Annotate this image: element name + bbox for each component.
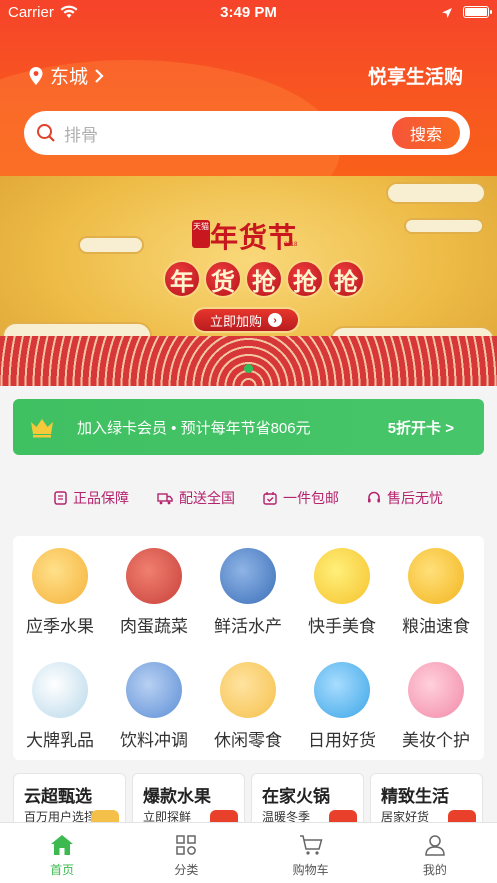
banner-char: 抢: [245, 260, 283, 298]
banner-cloud-decoration: [386, 182, 486, 204]
location-arrow-icon: [441, 6, 453, 23]
banner-char: 抢: [327, 260, 365, 298]
daily-goods-icon: [314, 662, 370, 718]
tab-label: 我的: [422, 863, 447, 877]
category-icon: [176, 835, 197, 855]
headset-icon: [368, 491, 380, 503]
category-label: 大牌乳品: [26, 731, 94, 750]
dairy-icon: [32, 662, 88, 718]
tab-label: 分类: [174, 863, 199, 877]
category-item[interactable]: 饮料冲调: [107, 662, 201, 751]
profile-icon: [425, 835, 445, 856]
crown-icon: [31, 419, 53, 438]
category-item[interactable]: 肉蛋蔬菜: [107, 548, 201, 637]
quick-food-icon: [314, 548, 370, 604]
category-item[interactable]: 大牌乳品: [13, 662, 107, 751]
category-item[interactable]: 休闲零食: [201, 662, 295, 751]
fruit-icon: [32, 548, 88, 604]
category-label: 美妆个护: [402, 731, 470, 750]
home-icon: [51, 835, 74, 855]
category-grid: 应季水果 肉蛋蔬菜 鲜活水产 快手美食 粮油速食 大牌乳品 饮料冲调 休闲零食 …: [13, 536, 484, 760]
banner-cta-label: 立即加购: [209, 313, 262, 329]
tab-label: 购物车: [292, 863, 329, 877]
tab-label: 首页: [50, 863, 75, 877]
beauty-icon: [408, 662, 464, 718]
search-input[interactable]: 排骨: [64, 121, 392, 146]
tab-home[interactable]: 首页: [0, 823, 124, 883]
category-label: 肉蛋蔬菜: [120, 617, 188, 636]
tab-profile[interactable]: 我的: [373, 823, 497, 883]
membership-cta[interactable]: 5折开卡 >: [388, 417, 454, 438]
guarantee-label: 售后无忧: [387, 490, 443, 506]
promo-title: 云超甄选: [24, 787, 92, 806]
guarantee-authentic: 正品保障: [54, 488, 129, 508]
banner-char: 年: [163, 260, 201, 298]
battery-icon: [463, 6, 492, 18]
search-bar[interactable]: 排骨 搜索: [24, 111, 470, 155]
category-item[interactable]: 鲜活水产: [201, 548, 295, 637]
category-label: 饮料冲调: [120, 731, 188, 750]
tab-cart[interactable]: 购物车: [249, 823, 373, 883]
chevron-right-icon: [95, 68, 104, 83]
tab-category[interactable]: 分类: [124, 823, 248, 883]
city-selector[interactable]: 东城: [28, 62, 104, 89]
package-icon: [263, 492, 277, 505]
seafood-icon: [220, 548, 276, 604]
category-item[interactable]: 美妆个护: [389, 662, 483, 751]
truck-icon: [157, 492, 173, 504]
app-title: 悦享生活购: [367, 67, 463, 88]
category-label: 日用好货: [308, 731, 376, 750]
membership-text: 加入绿卡会员 • 预计每年节省806元: [77, 419, 311, 437]
membership-banner[interactable]: 加入绿卡会员 • 预计每年节省806元 5折开卡 >: [13, 399, 484, 455]
search-icon: [37, 124, 55, 142]
category-label: 应季水果: [26, 617, 94, 636]
cart-icon: [299, 835, 323, 855]
certificate-icon: [54, 491, 67, 505]
carousel-indicator[interactable]: [244, 364, 253, 373]
banner-wave-pattern: [0, 336, 497, 386]
guarantee-label: 配送全国: [179, 490, 235, 506]
category-label: 鲜活水产: [214, 617, 282, 636]
header: Carrier 3:49 PM 东城 悦享生活购 排骨 搜索: [0, 0, 497, 176]
tmall-logo: 天猫: [192, 220, 210, 248]
category-item[interactable]: 日用好货: [295, 662, 389, 751]
category-item[interactable]: 快手美食: [295, 548, 389, 637]
grain-oil-icon: [408, 548, 464, 604]
category-item[interactable]: 粮油速食: [389, 548, 483, 637]
banner-cta-button[interactable]: 立即加购 ›: [192, 307, 300, 333]
banner-cloud-decoration: [404, 218, 484, 234]
banner-cloud-decoration: [78, 236, 144, 254]
banner-title: 年货节: [210, 222, 298, 253]
banner-char: 抢: [286, 260, 324, 298]
category-label: 粮油速食: [402, 617, 470, 636]
search-button[interactable]: 搜索: [392, 117, 460, 149]
drinks-icon: [126, 662, 182, 718]
service-guarantees: 正品保障 配送全国 一件包邮 售后无忧: [0, 476, 497, 520]
banner-headline: 年 货 抢 抢 抢: [163, 260, 365, 298]
location-pin-icon: [29, 66, 43, 85]
category-label: 休闲零食: [214, 731, 282, 750]
status-time: 3:49 PM: [220, 4, 277, 21]
status-bar: Carrier 3:49 PM: [0, 0, 497, 26]
snacks-icon: [220, 662, 276, 718]
city-name: 东城: [50, 67, 89, 88]
banner-year: 2018: [284, 242, 298, 248]
promo-banner[interactable]: 天猫 年货节 2018 年 货 抢 抢 抢 立即加购 ›: [0, 176, 497, 386]
guarantee-after-sales: 售后无忧: [367, 488, 443, 508]
guarantee-free-shipping: 一件包邮: [263, 488, 339, 508]
guarantee-label: 一件包邮: [283, 490, 339, 506]
tab-bar: 首页 分类 购物车 我的: [0, 822, 497, 883]
guarantee-delivery: 配送全国: [157, 488, 235, 508]
promo-title: 精致生活: [381, 787, 449, 806]
meat-icon: [126, 548, 182, 604]
promo-title: 在家火锅: [262, 787, 330, 806]
banner-char: 货: [204, 260, 242, 298]
category-item[interactable]: 应季水果: [13, 548, 107, 637]
promo-title: 爆款水果: [143, 787, 211, 806]
guarantee-label: 正品保障: [73, 490, 129, 506]
chevron-right-icon: ›: [268, 313, 282, 327]
category-label: 快手美食: [308, 617, 376, 636]
